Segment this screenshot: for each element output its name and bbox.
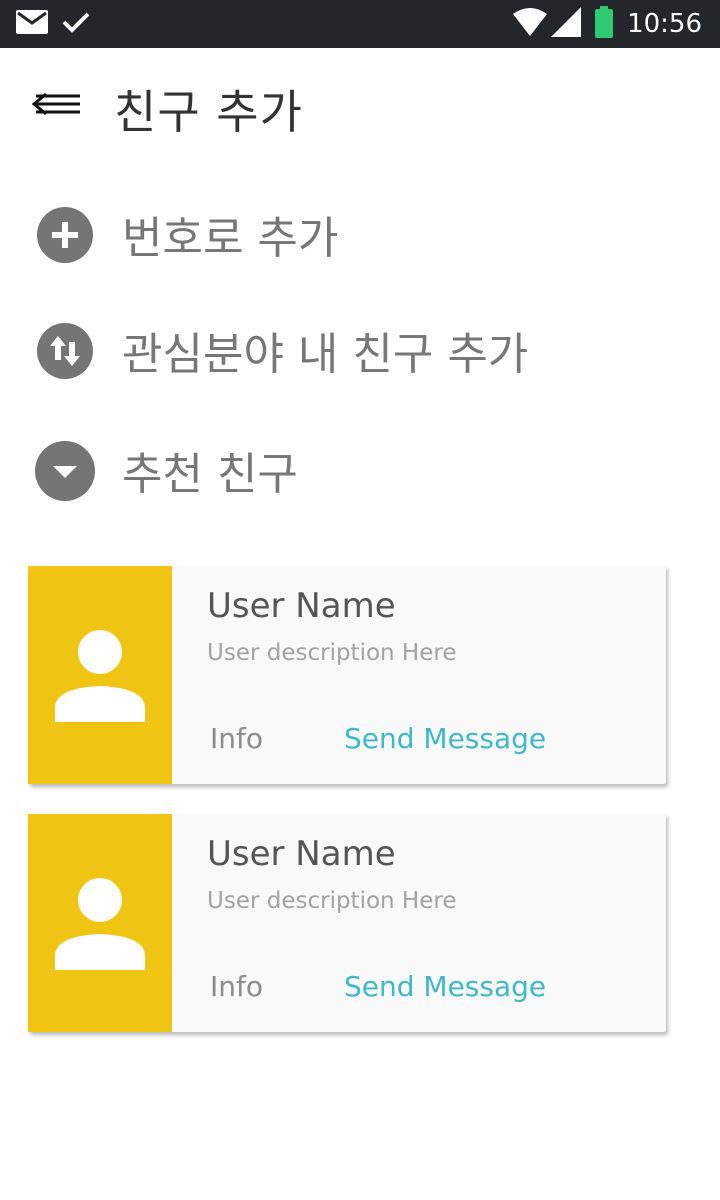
plus-circle-icon [36,206,94,264]
menu-back-button[interactable] [28,84,84,124]
option-label: 번호로 추가 [122,213,339,264]
user-card: User Name User description Here Info Sen… [28,566,666,784]
send-message-button[interactable]: Send Message [344,970,546,1003]
add-by-number-option[interactable]: 번호로 추가 [0,190,720,280]
page-title: 친구 추가 [114,85,303,139]
signal-icon [551,7,582,41]
battery-icon [595,6,614,42]
info-button[interactable]: Info [210,970,263,1003]
user-description: User description Here [207,888,457,914]
wifi-icon [513,8,548,40]
clock: 10:56 [627,9,702,39]
info-button[interactable]: Info [210,722,263,755]
status-bar: 10:56 [0,0,720,48]
check-icon [62,11,90,37]
send-message-button[interactable]: Send Message [344,722,546,755]
swap-circle-icon [36,322,94,380]
option-label: 추천 친구 [122,449,298,500]
option-label: 관심분야 내 친구 추가 [122,329,529,380]
avatar [28,814,172,1032]
user-name: User Name [207,586,396,626]
user-description: User description Here [207,640,457,666]
recommended-friends-option[interactable]: 추천 친구 [0,426,720,516]
user-name: User Name [207,834,396,874]
add-by-interest-option[interactable]: 관심분야 내 친구 추가 [0,306,720,396]
user-card: User Name User description Here Info Sen… [28,814,666,1032]
menu-back-icon [28,92,84,128]
avatar [28,566,172,784]
mail-icon [16,10,48,38]
chevron-down-circle-icon [34,440,95,501]
app-header: 친구 추가 [0,48,720,168]
